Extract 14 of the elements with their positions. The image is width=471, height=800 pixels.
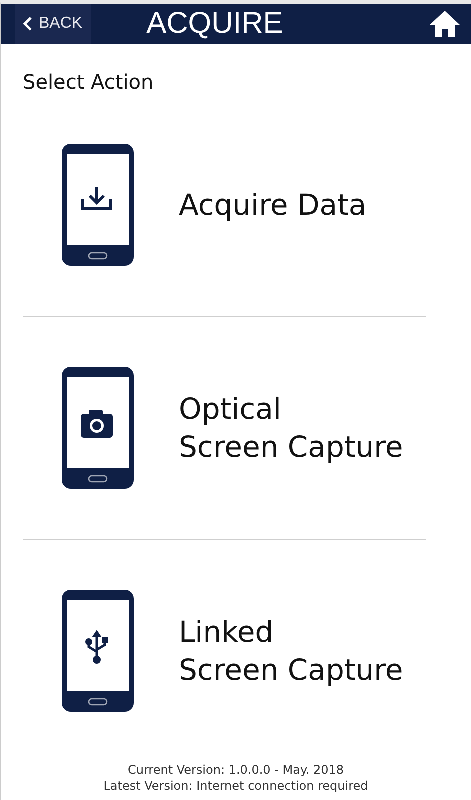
phone-camera-icon [61, 366, 135, 490]
phone-usb-icon [61, 589, 135, 713]
version-text: Current Version: 1.0.0.0 - May. 2018 [128, 762, 344, 778]
action-item[interactable]: Linked Screen Capture [23, 539, 426, 762]
section-title: Select Action [22, 69, 155, 94]
chevron-left-icon [23, 17, 33, 31]
action-item[interactable]: Acquire Data [23, 94, 426, 316]
action-item[interactable]: Optical Screen Capture [23, 316, 426, 539]
phone-download-icon [61, 143, 135, 267]
page-title: ACQUIRE [146, 7, 284, 41]
home-button[interactable] [429, 10, 461, 38]
home-icon [429, 10, 461, 38]
back-button[interactable]: BACK [15, 4, 91, 44]
version-text: Latest Version: Internet connection required [104, 778, 368, 794]
